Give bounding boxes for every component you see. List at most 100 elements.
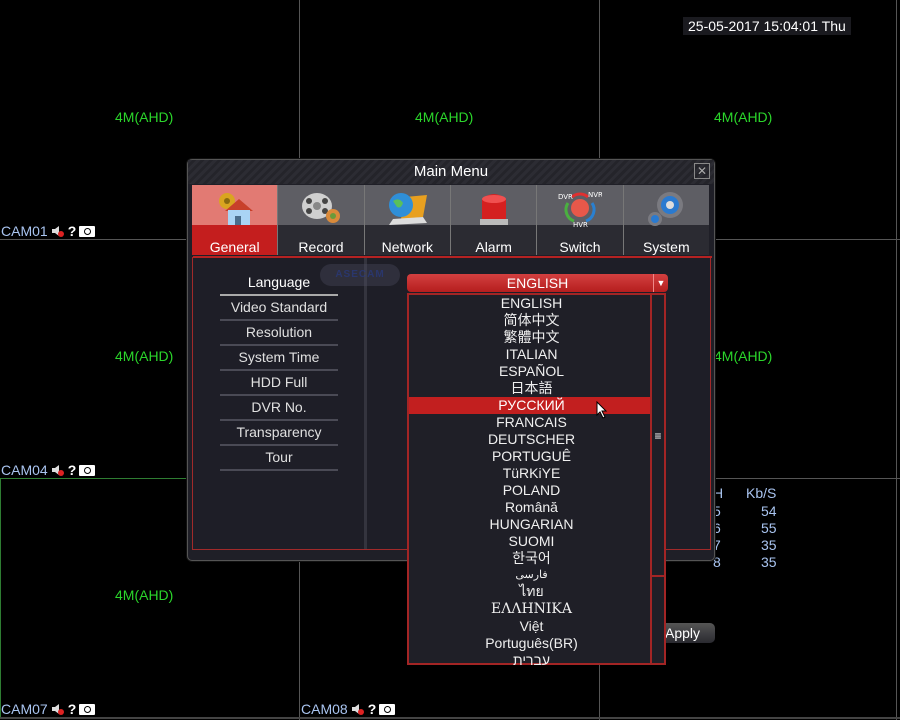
language-option[interactable]: 简体中文 [409,312,654,329]
camera-name: CAM07 [1,701,48,717]
camera-resolution: 4M(AHD) [714,348,773,364]
language-option[interactable]: ไทย [409,584,654,601]
menu-title-bar[interactable]: Main Menu [188,160,714,184]
scroll-grip-icon: ≡ [654,429,662,443]
snapshot-icon [79,225,96,237]
camera-label-cam08[interactable]: CAM08 ? [301,701,396,717]
sidebar-item-tour[interactable]: Tour [220,447,338,471]
tab-label: System [642,239,690,255]
tab-general[interactable]: General [192,185,279,255]
language-option[interactable]: POLAND [409,482,654,499]
snapshot-icon [379,703,396,715]
menu-title: Main Menu [413,163,489,180]
tab-label: Switch [559,239,601,255]
audio-muted-icon [351,702,365,716]
panel-accent-line [193,256,712,258]
language-options: ENGLISH 简体中文 繁體中文 ITALIAN ESPAÑOL 日本語 РУ… [409,295,654,669]
language-select[interactable]: ENGLISH ▼ [407,274,668,292]
sidebar-item-resolution[interactable]: Resolution [220,322,338,346]
dvr-nvr-hvr-switch-icon: DVR NVR HVR [558,189,602,227]
dropdown-scrollbar[interactable]: ≡ [650,295,664,663]
language-option[interactable]: فارسی [409,567,654,584]
tab-system[interactable]: System [623,185,709,255]
bitrate-value: 54 [761,503,777,519]
sidebar-item-dvr-no[interactable]: DVR No. [220,397,338,421]
camera-label-cam07[interactable]: CAM07 ? [1,701,96,717]
language-option[interactable]: 日本語 [409,380,654,397]
tab-label: Alarm [475,239,512,255]
sidebar-item-system-time[interactable]: System Time [220,347,338,371]
camera-resolution: 4M(AHD) [115,348,174,364]
audio-muted-icon [51,702,65,716]
language-option[interactable]: ΕΛΛΗΝΙΚΑ [409,601,654,618]
grid-divider [0,717,900,719]
snapshot-icon [79,703,96,715]
close-button[interactable]: ✕ [694,163,710,179]
language-option[interactable]: FRANCAIS [409,414,654,431]
audio-muted-icon [51,463,65,477]
language-option[interactable]: SUOMI [409,533,654,550]
camera-resolution: 4M(AHD) [415,109,474,125]
bitrate-value: 35 [761,537,777,553]
language-option[interactable]: ESPAÑOL [409,363,654,380]
language-option[interactable]: עברית [409,652,654,669]
language-option[interactable]: Việt [409,618,654,635]
bitrate-value: 35 [761,554,777,570]
film-reel-icon [299,189,343,227]
camera-label-cam01[interactable]: CAM01 ? [1,223,96,239]
language-option[interactable]: DEUTSCHER [409,431,654,448]
language-option[interactable]: Română [409,499,654,516]
unknown-status-icon: ? [67,462,77,478]
bitrate-value: 55 [761,520,777,536]
unknown-status-icon: ? [67,223,77,239]
camera-name: CAM01 [1,223,48,239]
tab-record[interactable]: Record [278,185,365,255]
camera-name: CAM08 [301,701,348,717]
camera-resolution: 4M(AHD) [115,109,174,125]
alarm-siren-icon [472,189,516,227]
language-option-highlighted[interactable]: РУССКИЙ [409,397,654,414]
camera-name: CAM04 [1,462,48,478]
grid-divider [896,0,897,720]
svg-text:NVR: NVR [588,191,602,199]
unknown-status-icon: ? [67,701,77,717]
menu-tabs: General Record Network Alarm DVR NVR HVR S… [192,185,709,255]
sidebar-divider [364,258,367,549]
unknown-status-icon: ? [367,701,377,717]
sidebar-item-video-standard[interactable]: Video Standard [220,297,338,321]
camera-label-cam04[interactable]: CAM04 ? [1,462,96,478]
mouse-cursor-icon [596,400,608,424]
tab-network[interactable]: Network [364,185,451,255]
grid-divider [0,479,1,719]
sidebar-item-hdd-full[interactable]: HDD Full [220,372,338,396]
audio-muted-icon [51,224,65,238]
datetime-overlay: 25-05-2017 15:04:01 Thu [683,17,851,35]
globe-laptop-icon [385,189,429,227]
language-select-value: ENGLISH [506,275,569,291]
camera-resolution: 4M(AHD) [115,587,174,603]
camera-resolution: 4M(AHD) [714,109,773,125]
tab-label: Network [381,239,433,255]
language-option[interactable]: 繁體中文 [409,329,654,346]
svg-text:HVR: HVR [573,221,588,227]
sidebar-item-transparency[interactable]: Transparency [220,422,338,446]
svg-text:DVR: DVR [558,193,573,201]
language-option[interactable]: TüRKiYE [409,465,654,482]
language-option[interactable]: ENGLISH [409,295,654,312]
tab-switch[interactable]: DVR NVR HVR Switch [537,185,624,255]
tab-label: General [209,239,260,255]
language-option[interactable]: ITALIAN [409,346,654,363]
language-option[interactable]: Português(BR) [409,635,654,652]
chevron-down-icon[interactable]: ▼ [653,274,668,292]
tab-alarm[interactable]: Alarm [450,185,538,255]
bitrate-header-kbs: Kb/S [746,485,777,501]
language-option[interactable]: HUNGARIAN [409,516,654,533]
gears-icon [644,189,688,227]
language-option[interactable]: PORTUGUÊ [409,448,654,465]
house-gear-icon [213,189,257,227]
snapshot-icon [79,464,96,476]
language-dropdown: ENGLISH 简体中文 繁體中文 ITALIAN ESPAÑOL 日本語 РУ… [407,293,666,668]
language-option[interactable]: 한국어 [409,550,654,567]
brand-watermark: ASECAM [320,264,400,286]
tab-label: Record [298,239,344,255]
